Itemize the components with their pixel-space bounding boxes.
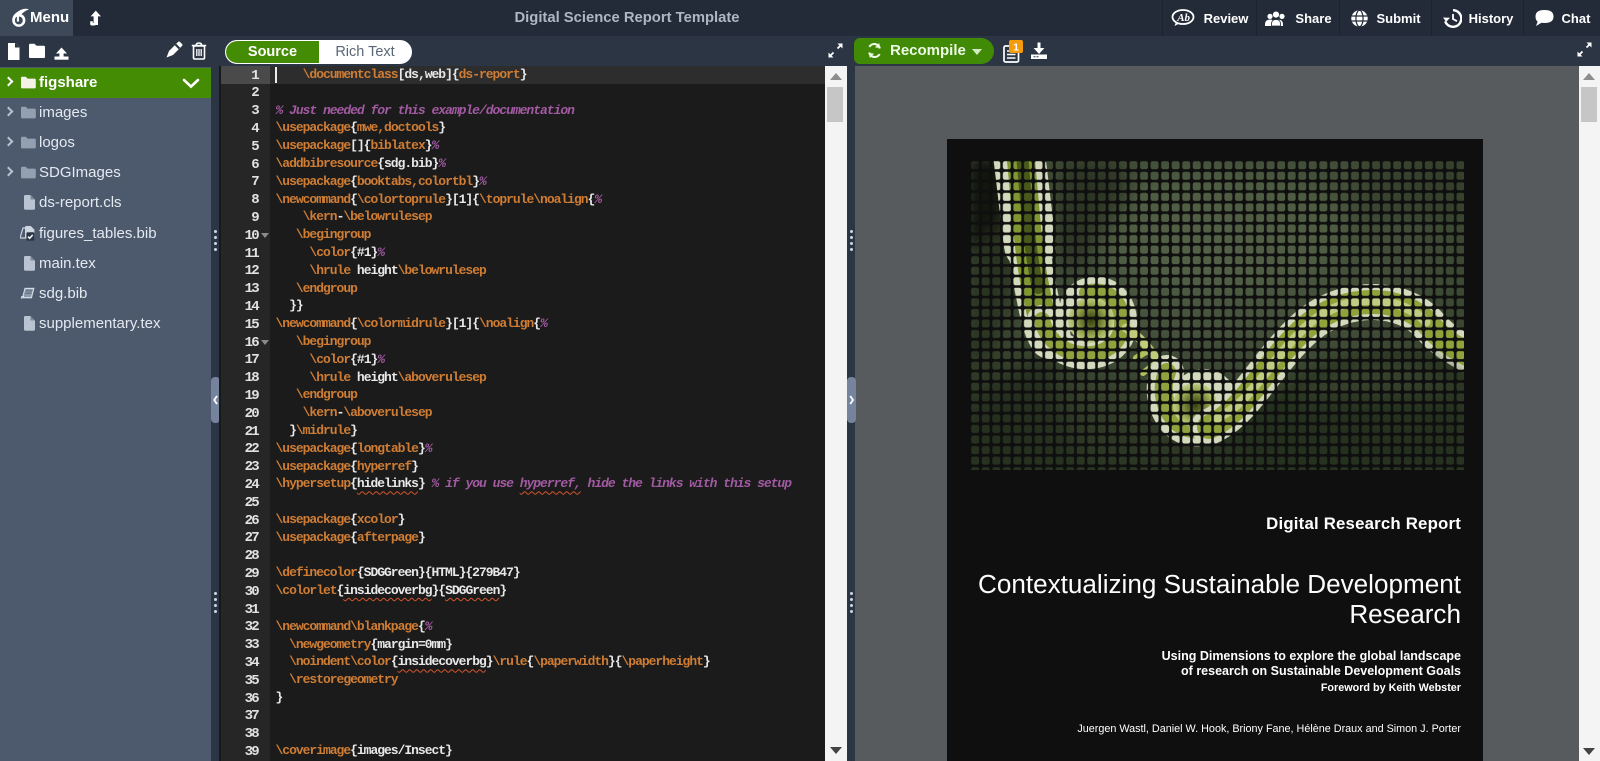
svg-text:1: 1 (1013, 42, 1019, 54)
svg-text:Ab: Ab (1176, 12, 1190, 24)
